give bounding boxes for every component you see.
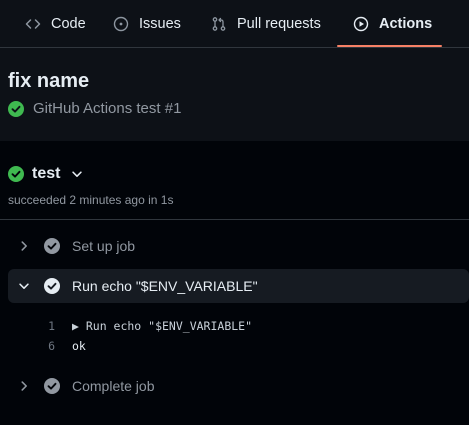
- run-header: fix name GitHub Actions test #1: [0, 48, 469, 141]
- step-set-up-job[interactable]: Set up job: [8, 229, 469, 263]
- run-subtitle: GitHub Actions test #1: [33, 100, 182, 117]
- code-icon: [24, 15, 42, 33]
- tab-actions-label: Actions: [379, 15, 433, 32]
- tab-pull-requests[interactable]: Pull requests: [210, 0, 321, 47]
- run-title: fix name: [8, 70, 90, 92]
- step-run-echo[interactable]: Run echo "$ENV_VARIABLE": [8, 269, 469, 303]
- job-panel: test succeeded 2 minutes ago in 1s Set u…: [0, 141, 469, 425]
- job-name: test: [32, 165, 61, 182]
- issue-opened-icon: [112, 15, 130, 33]
- active-tab-underline: [337, 45, 442, 47]
- tab-issues-label: Issues: [139, 15, 181, 32]
- run-subtitle-row: GitHub Actions test #1: [8, 100, 181, 117]
- log-line-text: ▶ Run echo "$ENV_VARIABLE": [72, 319, 253, 333]
- step-label: Set up job: [72, 238, 136, 254]
- step-check-icon: [44, 378, 60, 394]
- chevron-down-icon[interactable]: [70, 167, 84, 181]
- success-check-icon: [8, 100, 24, 117]
- log-line-number: 1: [48, 319, 55, 333]
- tab-issues[interactable]: Issues: [112, 0, 181, 47]
- tab-actions[interactable]: Actions: [352, 0, 432, 47]
- chevron-right-icon: [16, 238, 32, 254]
- git-pull-request-icon: [210, 15, 228, 33]
- job-success-check-icon: [8, 166, 24, 182]
- log-line-number: 6: [48, 339, 55, 353]
- tab-pull-requests-label: Pull requests: [237, 15, 321, 32]
- step-check-icon: [44, 238, 60, 254]
- job-title-row[interactable]: test: [8, 165, 84, 183]
- step-complete-job[interactable]: Complete job: [8, 369, 469, 403]
- job-meta: succeeded 2 minutes ago in 1s: [8, 193, 174, 207]
- step-label: Run echo "$ENV_VARIABLE": [72, 278, 258, 294]
- divider: [0, 219, 469, 220]
- tab-code-label: Code: [51, 15, 86, 32]
- chevron-right-icon: [16, 378, 32, 394]
- chevron-down-icon: [16, 278, 32, 294]
- tab-code[interactable]: Code: [24, 0, 86, 47]
- play-icon: [352, 15, 370, 33]
- step-label: Complete job: [72, 378, 155, 394]
- repo-nav: Code Issues Pull requests Actions: [0, 0, 469, 48]
- step-check-icon: [44, 278, 60, 294]
- log-line-text: ok: [72, 339, 86, 353]
